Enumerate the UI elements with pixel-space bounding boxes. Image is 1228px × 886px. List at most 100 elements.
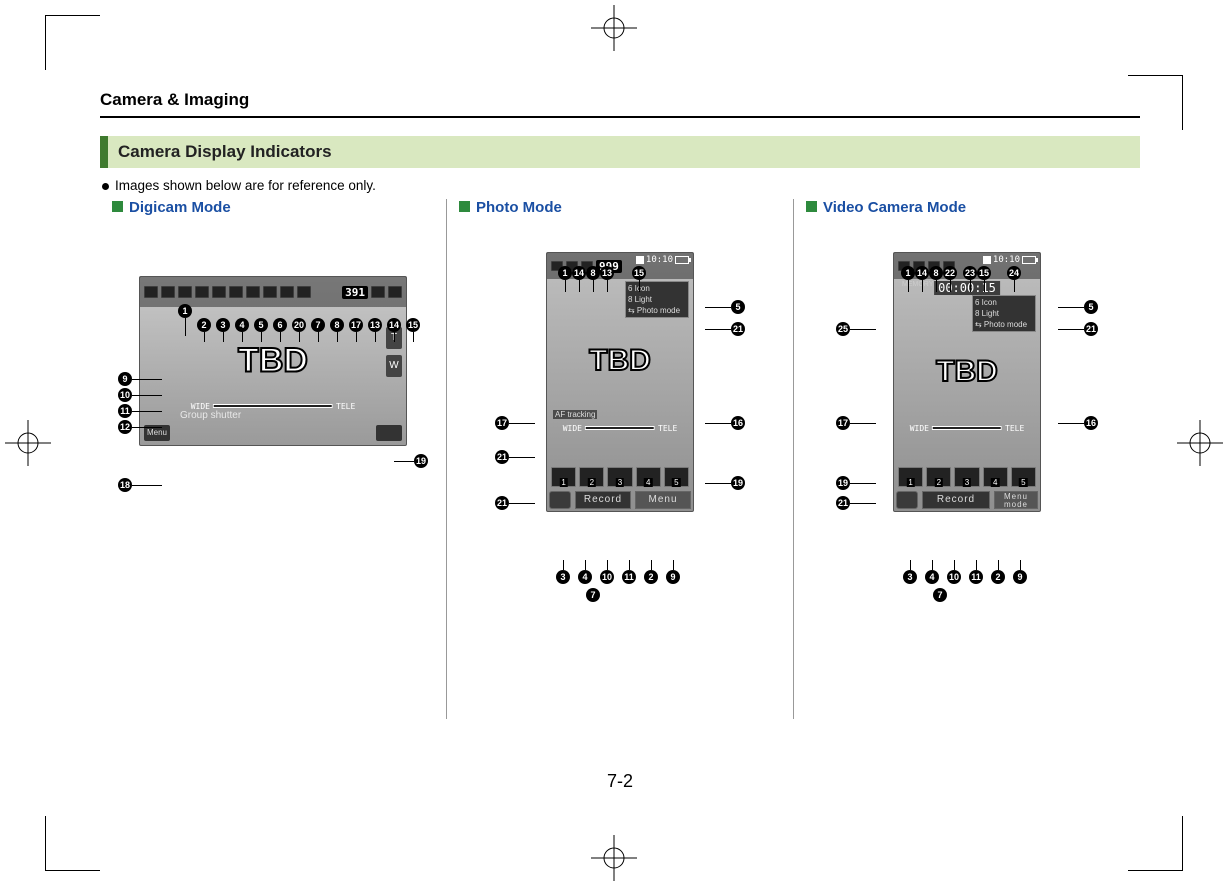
callout-lead [651, 560, 652, 570]
callout-lead [509, 423, 535, 424]
menu-button[interactable]: Menu [635, 491, 691, 509]
zoom-bar: WIDE TELE [563, 423, 678, 433]
strip-num: 2 [588, 478, 596, 487]
zoom-track[interactable] [585, 426, 655, 430]
callout-badge: 2 [197, 318, 211, 332]
callout-badge: 3 [216, 318, 230, 332]
mini-menu-item[interactable]: ⇆ Photo mode [628, 305, 686, 316]
callout-lead [563, 560, 564, 570]
strip-item[interactable]: 2 [579, 467, 604, 487]
callout-badge: 4 [578, 570, 592, 584]
record-button[interactable]: Record [575, 491, 631, 509]
indicator-icon [297, 286, 311, 298]
mini-menu[interactable]: 6 Icon 8 Light ⇆ Photo mode [972, 295, 1036, 332]
strip-item[interactable]: 4 [983, 467, 1008, 487]
strip-item[interactable]: 1 [551, 467, 576, 487]
mode-title: Video Camera Mode [823, 199, 966, 216]
callout-badge: 7 [311, 318, 325, 332]
strip-item[interactable]: 5 [1011, 467, 1036, 487]
mini-menu-item[interactable]: 6 Icon [975, 297, 1033, 308]
section-banner: Camera Display Indicators [100, 136, 1140, 168]
crop-mark [1128, 816, 1183, 871]
callout-badge: 21 [1084, 322, 1098, 336]
callout-lead [132, 379, 162, 380]
mini-menu-item[interactable]: 8 Light [975, 308, 1033, 319]
callout-lead [132, 427, 162, 428]
right-softkey[interactable] [376, 425, 402, 441]
callout-badge: 18 [118, 478, 132, 492]
callout-badge: 3 [903, 570, 917, 584]
callout-badge: 17 [836, 416, 850, 430]
registration-mark-icon [591, 835, 637, 881]
mode-title: Digicam Mode [129, 199, 231, 216]
callout-lead [932, 560, 933, 570]
note-text: Images shown below are for reference onl… [115, 178, 376, 193]
callout-lead [394, 461, 414, 462]
callout-lead [1014, 280, 1015, 292]
callout-lead [936, 280, 937, 292]
mini-menu-item[interactable]: ⇆ Photo mode [975, 319, 1033, 330]
digicam-figure: 391 TBD T W WIDE TELE Group shutter [112, 276, 434, 556]
callout-badge: 11 [118, 404, 132, 418]
mini-menu-item[interactable]: 8 Light [628, 294, 686, 305]
zoom-track[interactable] [213, 404, 333, 408]
callout-lead [850, 423, 876, 424]
mode-label: mode [995, 501, 1037, 509]
callout-badge: 14 [387, 318, 401, 332]
clock-icon [983, 256, 991, 264]
callout-lead [910, 560, 911, 570]
callout-lead [639, 280, 640, 292]
digicam-screen: 391 TBD T W WIDE TELE Group shutter [139, 276, 407, 446]
callout-badge: 15 [632, 266, 646, 280]
strip-num: 5 [672, 478, 680, 487]
zoom-wide-button[interactable]: W [386, 355, 402, 377]
callout-badge: 10 [600, 570, 614, 584]
icon-strip: 1 2 3 4 5 [547, 457, 693, 487]
mini-menu[interactable]: 6 Icon 8 Light ⇆ Photo mode [625, 281, 689, 318]
strip-item[interactable]: 1 [898, 467, 923, 487]
column-digicam: Digicam Mode [100, 199, 446, 719]
strip-item[interactable]: 3 [954, 467, 979, 487]
record-button[interactable]: Record [922, 491, 990, 509]
mini-menu-item[interactable]: 6 Icon [628, 283, 686, 294]
clock-time: 10:10 [993, 255, 1020, 265]
strip-item[interactable]: 4 [636, 467, 661, 487]
indicator-icon [263, 286, 277, 298]
strip-num: 1 [559, 478, 567, 487]
zoom-tele-label: TELE [336, 402, 355, 411]
callout-lead [280, 332, 281, 342]
status-bar: 391 [140, 277, 406, 307]
callout-badge: 20 [292, 318, 306, 332]
strip-item[interactable]: 2 [926, 467, 951, 487]
zoom-track[interactable] [932, 426, 1002, 430]
indicator-icon [246, 286, 260, 298]
callout-badge: 9 [666, 570, 680, 584]
callout-badge: 13 [368, 318, 382, 332]
indicator-icon [280, 286, 294, 298]
divider [100, 116, 1140, 118]
callout-badge: 5 [1084, 300, 1098, 314]
callout-badge: 19 [836, 476, 850, 490]
battery-icon [675, 256, 689, 264]
strip-item[interactable]: 5 [664, 467, 689, 487]
callout-lead [593, 280, 594, 292]
callout-lead [299, 332, 300, 342]
callout-lead [356, 332, 357, 342]
left-softkey[interactable] [896, 491, 918, 509]
callout-lead [1058, 423, 1084, 424]
menu-mode-button[interactable]: Menumode [994, 491, 1038, 509]
square-bullet-icon [806, 201, 817, 212]
strip-num: 1 [906, 478, 914, 487]
strip-item[interactable]: 3 [607, 467, 632, 487]
callout-badge: 7 [933, 588, 947, 602]
callout-badge: 15 [977, 266, 991, 280]
left-softkey[interactable] [549, 491, 571, 509]
section-title: Camera Display Indicators [118, 142, 332, 162]
callout-lead [132, 411, 162, 412]
clock: 10:10 [636, 255, 689, 265]
callout-lead [850, 483, 876, 484]
callout-lead [1020, 560, 1021, 570]
callout-badge: 4 [235, 318, 249, 332]
indicator-icon [229, 286, 243, 298]
strip-num: 4 [991, 478, 999, 487]
